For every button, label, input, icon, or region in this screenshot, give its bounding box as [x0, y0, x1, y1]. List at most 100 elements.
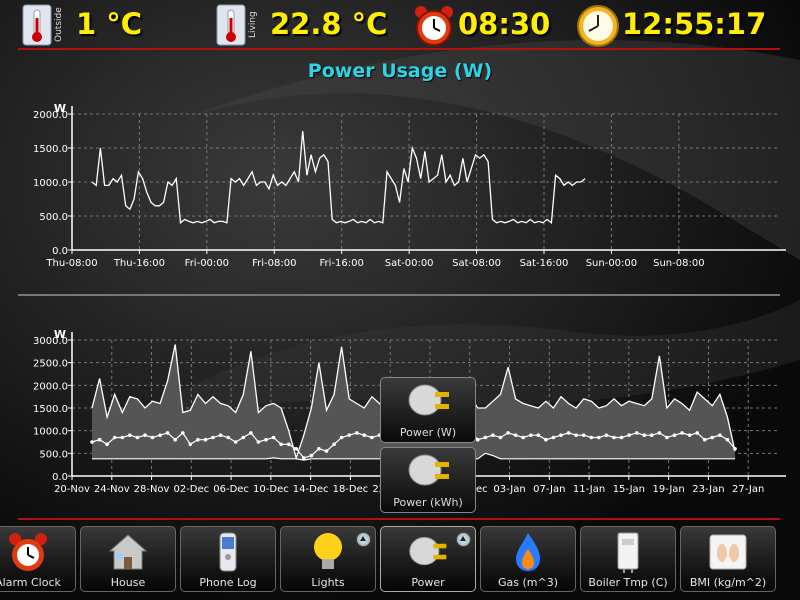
x-tick-label: Thu-08:00: [45, 258, 97, 269]
avg-point: [173, 437, 177, 442]
y-tick-label: 500.0: [39, 212, 68, 223]
dock-label: Lights: [311, 576, 345, 589]
alarm-time[interactable]: 08:30: [458, 4, 550, 44]
x-tick-label: Sun-08:00: [653, 258, 704, 269]
avg-point: [710, 435, 715, 440]
dock-alarm-clock-button[interactable]: Alarm Clock: [0, 526, 76, 592]
avg-point: [695, 431, 699, 435]
current-time: 12:55:17: [622, 7, 767, 41]
avg-point: [120, 435, 125, 440]
dock-label: Gas (m^3): [497, 576, 558, 589]
avg-point: [128, 433, 132, 437]
avg-point: [506, 431, 510, 435]
avg-point: [256, 440, 261, 444]
power-plug-icon: [408, 384, 449, 416]
avg-point: [362, 433, 367, 437]
avg-point: [634, 431, 639, 435]
avg-point: [604, 433, 609, 437]
x-tick-label: Sat-16:00: [520, 258, 569, 269]
expand-up-icon[interactable]: [456, 532, 471, 547]
expand-up-icon[interactable]: [356, 532, 371, 547]
x-tick-label: 02-Dec: [173, 484, 209, 495]
avg-point: [672, 433, 677, 437]
dock-bmi-button[interactable]: BMI (kg/m^2): [680, 526, 776, 592]
y-tick-label: 2000.0: [33, 381, 68, 392]
avg-point: [181, 431, 185, 435]
avg-point: [657, 431, 662, 435]
light-bulb-icon: [314, 533, 342, 569]
avg-point: [143, 433, 147, 437]
clock-icon: [577, 5, 619, 47]
y-axis-label: W: [54, 328, 66, 341]
outside-thermometer-icon: [22, 4, 52, 46]
avg-point: [324, 449, 329, 453]
avg-point: [559, 433, 563, 437]
avg-point: [476, 437, 480, 442]
avg-point: [279, 442, 283, 447]
avg-point: [286, 442, 291, 447]
x-tick-label: 14-Dec: [293, 484, 329, 495]
avg-point: [521, 435, 525, 440]
living-thermometer-icon: [216, 4, 246, 46]
y-tick-label: 0.0: [52, 246, 68, 257]
popup-power-kwh-button[interactable]: Power (kWh): [380, 447, 476, 513]
x-tick-label: 06-Dec: [213, 484, 249, 495]
x-tick-label: 10-Dec: [253, 484, 289, 495]
dock-label: Phone Log: [199, 576, 257, 589]
living-label: Living: [248, 11, 258, 39]
dock-phone-log-button[interactable]: Phone Log: [180, 526, 276, 592]
dock-label: Boiler Tmp (C): [588, 576, 668, 589]
living-temperature: 22.8 °C: [270, 7, 388, 41]
x-tick-label: 20-Nov: [54, 484, 90, 495]
x-tick-label: 24-Nov: [94, 484, 130, 495]
y-tick-label: 1500.0: [33, 404, 68, 415]
x-tick-label: Sat-08:00: [452, 258, 501, 269]
y-tick-label: 500.0: [39, 449, 68, 460]
avg-point: [264, 437, 268, 442]
avg-point: [112, 435, 117, 440]
x-tick-label: 11-Jan: [573, 484, 605, 495]
avg-point: [150, 435, 155, 440]
top-divider: [18, 48, 780, 50]
avg-point: [566, 431, 571, 435]
boiler-icon: [617, 532, 639, 573]
avg-point: [536, 433, 541, 437]
dock-power-button[interactable]: Power: [380, 526, 476, 592]
chart-divider: [18, 294, 780, 296]
dock-boiler-button[interactable]: Boiler Tmp (C): [580, 526, 676, 592]
outside-temperature: 1 °C: [76, 7, 143, 41]
avg-point: [90, 440, 94, 444]
avg-point: [544, 437, 548, 442]
avg-point: [680, 431, 684, 435]
dock-lights-button[interactable]: Lights: [280, 526, 376, 592]
avg-point: [355, 431, 359, 435]
avg-point: [619, 435, 624, 440]
avg-point: [498, 435, 503, 440]
app-dock: Alarm Clock House Phone Log Lights Power: [0, 526, 800, 600]
avg-point: [332, 442, 336, 447]
avg-point: [317, 447, 321, 451]
x-tick-label: 23-Jan: [692, 484, 724, 495]
dock-label: Alarm Clock: [0, 576, 61, 589]
gas-flame-icon: [516, 533, 540, 571]
avg-point: [196, 437, 200, 442]
dock-house-button[interactable]: House: [80, 526, 176, 592]
avg-point: [702, 437, 707, 442]
avg-point: [211, 435, 215, 440]
top-status-bar: Outside 1 °C Living 22.8 °C 08:30 12:55:…: [0, 0, 800, 50]
x-tick-label: 28-Nov: [134, 484, 170, 495]
dock-gas-button[interactable]: Gas (m^3): [480, 526, 576, 592]
x-tick-label: 19-Jan: [652, 484, 684, 495]
popup-power-w-button[interactable]: Power (W): [380, 377, 476, 443]
avg-point: [483, 435, 488, 440]
phone-icon: [219, 532, 237, 572]
avg-point: [218, 433, 223, 437]
y-tick-label: 1500.0: [33, 144, 68, 155]
dock-label: House: [110, 576, 146, 589]
x-tick-label: 07-Jan: [533, 484, 565, 495]
avg-point: [612, 435, 616, 440]
dock-label: BMI (kg/m^2): [689, 576, 767, 589]
y-axis-label: W: [54, 102, 66, 115]
avg-point: [627, 433, 631, 437]
bottom-divider: [18, 518, 780, 520]
